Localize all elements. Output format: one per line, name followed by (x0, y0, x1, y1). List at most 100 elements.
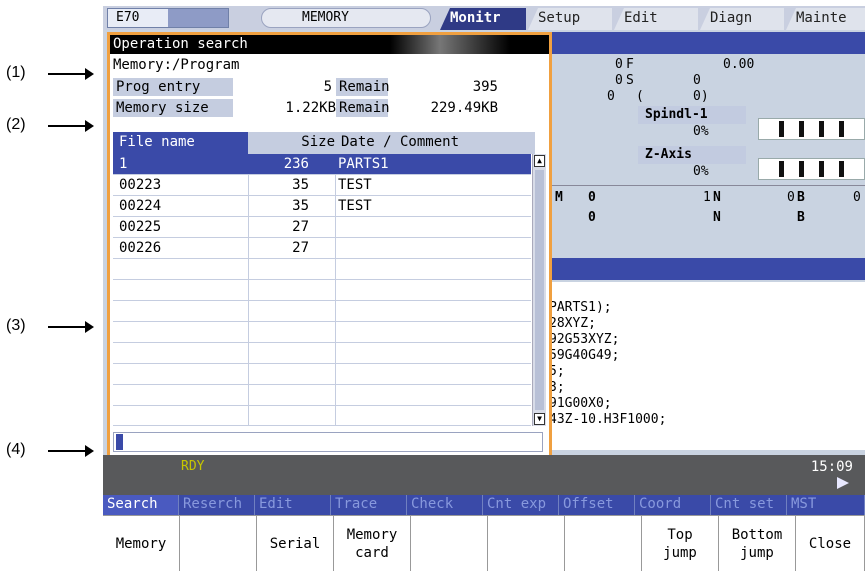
window-title: Operation search (110, 35, 549, 54)
path-label: Memory:/Program (113, 57, 240, 73)
b-value: 0 (853, 190, 861, 205)
column-header-size[interactable]: Size (248, 132, 338, 154)
n-value: 0 (787, 190, 795, 205)
function-key-empty[interactable] (488, 515, 565, 571)
menu-category-coord[interactable]: Coord (635, 495, 711, 515)
tab-mainte[interactable]: Mainte (786, 8, 865, 30)
tab-monitr[interactable]: Monitr (440, 8, 526, 30)
position-value: 0 (615, 73, 623, 88)
program-line: 92G53XYZ; (549, 332, 620, 347)
machine-label: E70 (107, 8, 229, 28)
function-key-empty[interactable] (411, 515, 488, 571)
menu-category-cnt-set[interactable]: Cnt set (711, 495, 787, 515)
column-header-date-comment[interactable]: Date / Comment (338, 132, 535, 154)
prog-entry-label: Prog entry (113, 78, 233, 96)
callout-3: (3) (0, 317, 100, 337)
empty-row (113, 301, 531, 322)
program-line: PARTS1); (549, 300, 612, 315)
arrow-right-icon (48, 120, 94, 132)
tab-setup[interactable]: Setup (528, 8, 612, 30)
s-value: 0 (693, 73, 701, 88)
top-bar: E70 MEMORY Monitr Setup Edit Diagn Maint… (103, 6, 865, 30)
top-jump-button[interactable]: Top jump (642, 515, 719, 571)
menu-category-cnt-exp[interactable]: Cnt exp (483, 495, 559, 515)
zaxis-label: Z-Axis (645, 147, 692, 162)
memory-button[interactable]: Memory (103, 515, 180, 571)
header-bar (543, 32, 865, 54)
spindle-label: Spindl-1 (645, 107, 708, 122)
callout-4: (4) (0, 441, 100, 461)
menu-category-check[interactable]: Check (407, 495, 483, 515)
tab-edit[interactable]: Edit (614, 8, 698, 30)
tab-diagn[interactable]: Diagn (700, 8, 784, 30)
program-line: 43Z-10.H3F1000; (549, 412, 667, 427)
callout-1: (1) (0, 64, 100, 84)
empty-row (113, 364, 531, 385)
menu-category-reserch[interactable]: Reserch (179, 495, 255, 515)
clock: 15:09 (810, 459, 853, 475)
m-label: M (555, 190, 563, 205)
play-icon (837, 477, 849, 489)
callout-2: (2) (0, 116, 100, 136)
memory-size-label: Memory size (113, 99, 233, 117)
empty-row (113, 322, 531, 343)
ready-status: RDY (181, 459, 205, 474)
file-row[interactable]: 00223 35 TEST (113, 175, 531, 196)
cnc-screen: E70 MEMORY Monitr Setup Edit Diagn Maint… (103, 6, 865, 571)
file-row[interactable]: 00224 35 TEST (113, 196, 531, 217)
bottom-jump-button[interactable]: Bottom jump (719, 515, 796, 571)
f-value: 0.00 (723, 57, 755, 72)
empty-row (113, 343, 531, 364)
status-bar: RDY 15:09 (103, 455, 865, 495)
s-label: S (626, 73, 634, 88)
menu-category-trace[interactable]: Trace (331, 495, 407, 515)
m-value: 0 (588, 190, 596, 205)
close-button[interactable]: Close (796, 515, 865, 571)
file-row[interactable]: 1 236 PARTS1 (113, 154, 531, 175)
m-value: 0 (588, 210, 596, 225)
menu-category-mst[interactable]: MST (787, 495, 865, 515)
spindle-percent: 0% (693, 124, 709, 139)
scroll-thumb[interactable] (535, 170, 544, 410)
mode-indicator: MEMORY (261, 8, 431, 28)
file-row[interactable]: 00226 27 (113, 238, 531, 259)
function-key-empty[interactable] (565, 515, 642, 571)
remain-label: Remain (336, 99, 390, 117)
paren-open: ( (636, 89, 644, 104)
n-label: N (713, 210, 721, 225)
scroll-down-icon[interactable]: ▼ (534, 413, 545, 425)
operation-search-window: Operation search Memory:/Program Prog en… (107, 32, 552, 460)
m-count: 1 (703, 190, 711, 205)
menu-category-search[interactable]: Search (103, 495, 179, 515)
search-input[interactable] (113, 432, 543, 452)
memory-card-button[interactable]: Memory card (334, 515, 411, 571)
memory-size-value: 1.22KB (285, 100, 336, 116)
column-header-file-name[interactable]: File name (113, 132, 248, 154)
empty-row (113, 259, 531, 280)
program-listing: PARTS1); 28XYZ; 92G53XYZ; 59G40G49; 5; 3… (543, 282, 865, 450)
program-line: 59G40G49; (549, 348, 620, 363)
position-value: 0 (615, 57, 623, 72)
file-row[interactable]: 00225 27 (113, 217, 531, 238)
menu-category-edit[interactable]: Edit (255, 495, 331, 515)
zaxis-percent: 0% (693, 164, 709, 179)
empty-row (113, 280, 531, 301)
prog-entry-value: 5 (323, 79, 332, 95)
menu-category-offset[interactable]: Offset (559, 495, 635, 515)
program-line: 28XYZ; (549, 316, 596, 331)
scroll-up-icon[interactable]: ▲ (534, 155, 545, 167)
remain-value: 229.49KB (430, 100, 498, 116)
file-list-table: File name Size Date / Comment 1 236 PARTS1… (113, 132, 535, 426)
empty-row (113, 406, 531, 426)
monitor-background: 0 0 0 F 0.00 S 0 ( 0) Spindl-1 0% Z-Axis… (543, 32, 865, 452)
program-header-bar (543, 258, 865, 280)
function-key-empty[interactable] (180, 515, 257, 571)
b-label: B (797, 190, 805, 205)
scrollbar[interactable]: ▲ ▼ (532, 154, 546, 426)
n-label: N (713, 190, 721, 205)
function-key-bar: Memory Serial Memory card Top jump Botto… (103, 515, 865, 571)
zaxis-load-meter (758, 158, 865, 180)
divider (543, 185, 865, 186)
remain-label: Remain (336, 78, 390, 96)
serial-button[interactable]: Serial (257, 515, 334, 571)
